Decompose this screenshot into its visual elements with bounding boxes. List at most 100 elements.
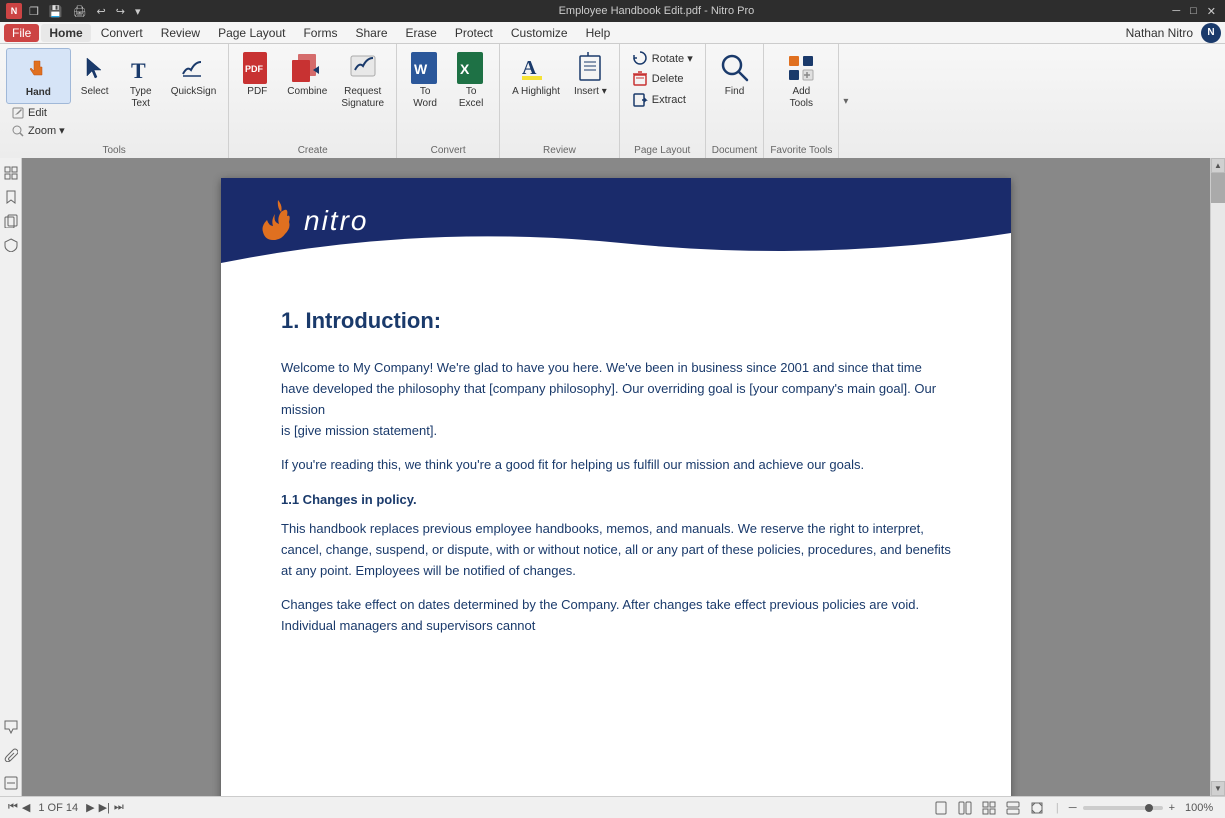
pdf-para-3: This handbook replaces previous employee… <box>281 519 951 581</box>
qat-save[interactable]: 💾 <box>46 3 66 20</box>
status-bar: ⏮ ◀ 1 OF 14 ▶ ▶| ⏭ | ─ + 100% <box>0 796 1225 818</box>
pdf-heading: 1. Introduction: <box>281 303 951 338</box>
qat-undo[interactable]: ↩ <box>94 3 109 20</box>
create-group-label: Create <box>235 145 390 158</box>
panel-thumbnails-icon[interactable] <box>2 164 20 182</box>
ribbon-scroll-button[interactable]: ▾ <box>839 44 852 158</box>
ribbon-group-tools: Hand Edit Zoom ▾ Select <box>0 44 229 158</box>
menu-home[interactable]: Home <box>41 24 90 42</box>
menu-file[interactable]: File <box>4 24 39 42</box>
panel-attachments-icon[interactable] <box>2 746 20 764</box>
svg-text:A: A <box>522 57 537 79</box>
svg-text:X: X <box>460 61 470 77</box>
scroll-down-button[interactable]: ▼ <box>1211 781 1225 796</box>
menu-help[interactable]: Help <box>578 24 619 42</box>
document-area[interactable]: nitro 1. Introduction: Welcome to My Com… <box>22 158 1210 796</box>
menu-review[interactable]: Review <box>153 24 208 42</box>
close-button[interactable]: ✕ <box>1204 3 1219 20</box>
nav-first-button[interactable]: ⏮ <box>8 801 18 814</box>
scroll-up-button[interactable]: ▲ <box>1211 158 1225 173</box>
menu-protect[interactable]: Protect <box>447 24 501 42</box>
right-scrollbar[interactable]: ▲ ▼ <box>1210 158 1225 796</box>
panel-comments-icon[interactable] <box>2 718 20 736</box>
zoom-minus-icon[interactable]: ─ <box>1069 802 1077 814</box>
page-layout-group-label: Page Layout <box>626 145 699 158</box>
main-area: nitro 1. Introduction: Welcome to My Com… <box>0 158 1225 796</box>
pdf-para-2: If you're reading this, we think you're … <box>281 455 951 476</box>
view-grid[interactable] <box>980 800 998 816</box>
delete-button[interactable]: Delete <box>626 69 699 89</box>
scroll-thumb[interactable] <box>1211 173 1225 203</box>
panel-pages-icon[interactable] <box>2 212 20 230</box>
to-excel-button[interactable]: X ToExcel <box>449 48 493 114</box>
quicksign-button[interactable]: QuickSign <box>165 48 223 102</box>
qat-redo[interactable]: ↪ <box>113 3 128 20</box>
review-group-label: Review <box>506 145 613 158</box>
zoom-slider[interactable] <box>1083 806 1163 810</box>
highlight-button[interactable]: A A Highlight <box>506 48 566 102</box>
pdf-button[interactable]: PDF PDF <box>235 48 279 102</box>
menu-convert[interactable]: Convert <box>93 24 151 42</box>
menu-forms[interactable]: Forms <box>295 24 345 42</box>
menu-erase[interactable]: Erase <box>398 24 445 42</box>
nav-last-button[interactable]: ⏭ <box>114 801 124 814</box>
ribbon-group-favorite-tools: AddTools Favorite Tools <box>764 44 839 158</box>
ribbon-group-convert: W ToWord X ToExcel Convert <box>397 44 500 158</box>
pdf-content: 1. Introduction: Welcome to My Company! … <box>221 263 1011 691</box>
select-button[interactable]: Select <box>73 48 117 102</box>
view-two-page[interactable] <box>956 800 974 816</box>
qat-more[interactable]: ▾ <box>132 3 144 20</box>
select-label: Select <box>81 86 109 98</box>
edit-label: Edit <box>28 107 47 119</box>
menu-customize[interactable]: Customize <box>503 24 576 42</box>
edit-button[interactable]: Edit <box>6 105 71 121</box>
user-avatar[interactable]: N <box>1201 23 1221 43</box>
view-single-page[interactable] <box>932 800 950 816</box>
panel-security-icon[interactable] <box>2 236 20 254</box>
rotate-button[interactable]: Rotate ▾ <box>626 48 699 68</box>
menu-bar: File Home Convert Review Page Layout For… <box>0 22 1225 44</box>
nav-prev-button[interactable]: ◀ <box>22 801 30 814</box>
find-label: Find <box>725 86 744 98</box>
combine-label: Combine <box>287 86 327 98</box>
delete-label: Delete <box>652 73 684 85</box>
left-panel <box>0 158 22 796</box>
user-name: Nathan Nitro <box>1126 26 1193 40</box>
extract-button[interactable]: Extract <box>626 90 699 110</box>
window-title: Employee Handbook Edit.pdf - Nitro Pro <box>148 5 1166 17</box>
nav-next-button[interactable]: ▶| <box>99 801 110 814</box>
convert-group-label: Convert <box>403 145 493 158</box>
pdf-label: PDF <box>247 86 267 98</box>
hand-tool-button[interactable]: Hand <box>6 48 71 104</box>
view-scroll[interactable] <box>1004 800 1022 816</box>
minimize-button[interactable]: ─ <box>1169 3 1183 19</box>
request-signature-button[interactable]: RequestSignature <box>335 48 390 114</box>
view-fit[interactable] <box>1028 800 1046 816</box>
nav-play-button[interactable]: ▶ <box>86 801 94 814</box>
maximize-button[interactable]: □ <box>1187 3 1200 19</box>
panel-bookmarks-icon[interactable] <box>2 188 20 206</box>
zoom-label: Zoom ▾ <box>28 124 65 137</box>
menu-page-layout[interactable]: Page Layout <box>210 24 293 42</box>
add-tools-button[interactable]: AddTools <box>779 48 823 114</box>
ribbon: Hand Edit Zoom ▾ Select <box>0 44 1225 159</box>
pdf-subheading-1: 1.1 Changes in policy. <box>281 490 951 511</box>
request-signature-label: RequestSignature <box>341 86 384 110</box>
to-word-button[interactable]: W ToWord <box>403 48 447 114</box>
zoom-plus-icon[interactable]: + <box>1169 802 1175 814</box>
type-text-button[interactable]: T TypeText <box>119 48 163 114</box>
zoom-thumb <box>1145 804 1153 812</box>
ribbon-group-review: A A Highlight Insert ▾ Review <box>500 44 620 158</box>
add-tools-label: AddTools <box>790 86 813 110</box>
qat-print[interactable]: 🖨 <box>70 3 90 20</box>
insert-button[interactable]: Insert ▾ <box>568 48 613 102</box>
scroll-track[interactable] <box>1211 173 1225 781</box>
svg-text:PDF: PDF <box>245 64 264 74</box>
qat-open[interactable]: ❐ <box>26 3 42 20</box>
menu-share[interactable]: Share <box>347 24 395 42</box>
combine-button[interactable]: Combine <box>281 48 333 102</box>
panel-signatures-icon[interactable] <box>2 774 20 792</box>
find-button[interactable]: Find <box>713 48 757 102</box>
to-excel-label: ToExcel <box>459 86 483 110</box>
zoom-button[interactable]: Zoom ▾ <box>6 122 71 139</box>
